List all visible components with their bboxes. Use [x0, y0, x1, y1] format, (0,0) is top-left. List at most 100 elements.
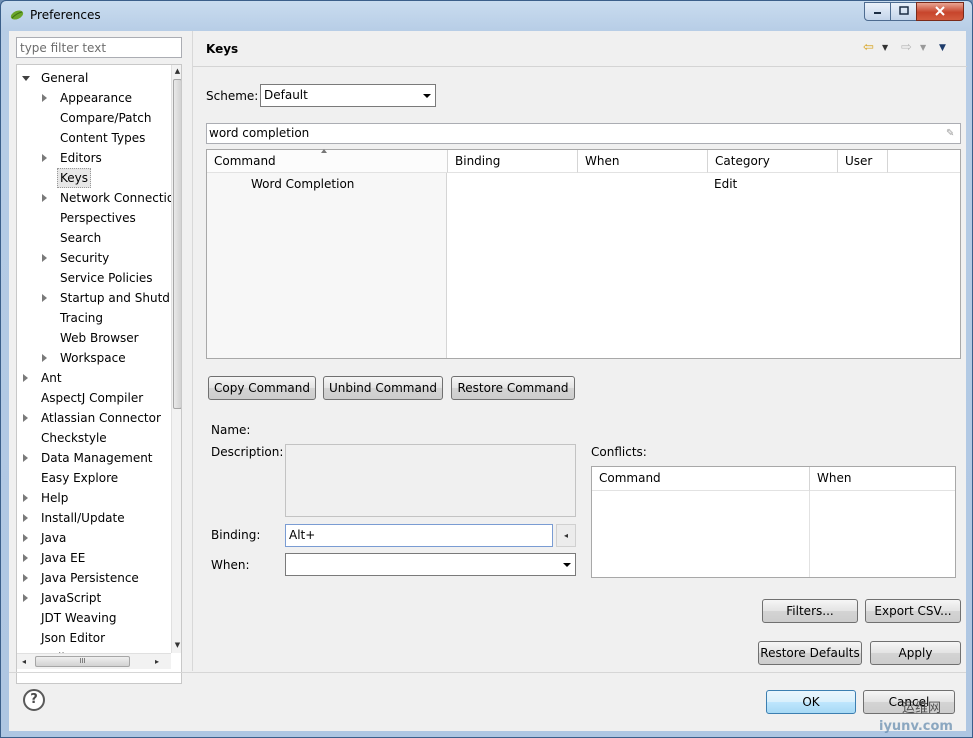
- back-arrow-icon[interactable]: ⇦: [863, 40, 874, 56]
- sidebar-item[interactable]: Java: [17, 528, 171, 548]
- scheme-value: Default: [264, 88, 308, 102]
- tree-vertical-scrollbar[interactable]: ▲ ▼: [171, 65, 181, 653]
- collapsed-twisty-icon[interactable]: [23, 574, 28, 582]
- forward-menu-icon[interactable]: ▼: [920, 40, 926, 56]
- collapsed-twisty-icon[interactable]: [42, 154, 47, 162]
- close-button[interactable]: [916, 2, 964, 21]
- row-category: Edit: [714, 177, 738, 191]
- column-header-user[interactable]: User: [838, 150, 888, 173]
- sidebar-item[interactable]: Workspace: [17, 348, 171, 368]
- restore-command-button[interactable]: Restore Command: [451, 376, 575, 400]
- expanded-twisty-icon[interactable]: [22, 76, 30, 81]
- sidebar-item[interactable]: Perspectives: [17, 208, 171, 228]
- sidebar-item[interactable]: Web Browser: [17, 328, 171, 348]
- clear-search-icon[interactable]: ✎: [946, 128, 956, 139]
- collapsed-twisty-icon[interactable]: [42, 354, 47, 362]
- scroll-left-icon[interactable]: ◂: [19, 656, 29, 667]
- sidebar-item[interactable]: Tracing: [17, 308, 171, 328]
- page-navigation: ⇦ ▼ ⇨ ▼ ▼: [863, 40, 958, 58]
- scheme-select[interactable]: Default: [260, 84, 436, 107]
- scroll-up-icon[interactable]: ▲: [173, 65, 181, 77]
- sidebar-item[interactable]: Help: [17, 488, 171, 508]
- sidebar-item[interactable]: Atlassian Connector: [17, 408, 171, 428]
- sidebar-item-label: Startup and Shutd: [60, 291, 170, 305]
- watermark-url: iyunv.com: [879, 719, 953, 734]
- sidebar-item[interactable]: Easy Explore: [17, 468, 171, 488]
- collapsed-twisty-icon[interactable]: [23, 414, 28, 422]
- column-header-command[interactable]: Command: [207, 149, 448, 173]
- sidebar-item[interactable]: Java Persistence: [17, 568, 171, 588]
- sidebar-item-label: Help: [41, 491, 69, 505]
- conflicts-column-command[interactable]: Command: [592, 467, 810, 491]
- sidebar-item[interactable]: Network Connectio: [17, 188, 171, 208]
- binding-special-keys-button[interactable]: ◂: [556, 524, 576, 547]
- conflicts-column-when[interactable]: When: [810, 467, 955, 491]
- sidebar-item[interactable]: Java EE: [17, 548, 171, 568]
- sidebar-item[interactable]: Data Management: [17, 448, 171, 468]
- binding-label: Binding:: [211, 528, 261, 542]
- apply-button[interactable]: Apply: [870, 641, 961, 665]
- scroll-right-icon[interactable]: ▸: [152, 656, 162, 667]
- collapsed-twisty-icon[interactable]: [23, 494, 28, 502]
- binding-input[interactable]: Alt+: [285, 524, 553, 547]
- when-select[interactable]: [285, 553, 576, 576]
- back-menu-icon[interactable]: ▼: [882, 40, 888, 56]
- name-label: Name:: [211, 423, 251, 437]
- view-menu-icon[interactable]: ▼: [939, 40, 946, 56]
- minimize-button[interactable]: [864, 2, 891, 21]
- maximize-button[interactable]: [890, 2, 917, 21]
- collapsed-twisty-icon[interactable]: [42, 254, 47, 262]
- help-icon[interactable]: ?: [23, 689, 45, 711]
- sidebar-item[interactable]: Compare/Patch: [17, 108, 171, 128]
- sidebar-item[interactable]: Security: [17, 248, 171, 268]
- command-search-input[interactable]: word completion ✎: [206, 123, 961, 144]
- sidebar-item[interactable]: Appearance: [17, 88, 171, 108]
- collapsed-twisty-icon[interactable]: [42, 94, 47, 102]
- tree-vertical-scroll-thumb[interactable]: [173, 79, 181, 409]
- sidebar-item[interactable]: Startup and Shutd: [17, 288, 171, 308]
- forward-arrow-icon[interactable]: ⇨: [901, 40, 912, 56]
- filter-input[interactable]: [16, 37, 182, 58]
- sidebar-item[interactable]: Keys: [17, 168, 171, 188]
- ok-button[interactable]: OK: [766, 690, 856, 714]
- column-header-binding[interactable]: Binding: [448, 150, 578, 173]
- unbind-command-button[interactable]: Unbind Command: [323, 376, 443, 400]
- collapsed-twisty-icon[interactable]: [23, 554, 28, 562]
- collapsed-twisty-icon[interactable]: [23, 594, 28, 602]
- tree-horizontal-scroll-thumb[interactable]: III: [35, 656, 130, 667]
- sidebar-item[interactable]: Json Editor: [17, 628, 171, 648]
- export-csv-button[interactable]: Export CSV...: [865, 599, 961, 623]
- collapsed-twisty-icon[interactable]: [23, 514, 28, 522]
- column-header-when[interactable]: When: [578, 150, 708, 173]
- sidebar-item-label: JavaScript: [41, 591, 102, 605]
- sidebar-item[interactable]: JDT Weaving: [17, 608, 171, 628]
- sidebar-item[interactable]: JavaScript: [17, 588, 171, 608]
- sidebar-item-label: Search: [60, 231, 102, 245]
- column-header-category[interactable]: Category: [708, 150, 838, 173]
- sidebar-item[interactable]: Service Policies: [17, 268, 171, 288]
- filters-button[interactable]: Filters...: [762, 599, 858, 623]
- sidebar-item-label: AspectJ Compiler: [41, 391, 144, 405]
- collapsed-twisty-icon[interactable]: [23, 534, 28, 542]
- collapsed-twisty-icon[interactable]: [42, 194, 47, 202]
- sidebar-item[interactable]: Content Types: [17, 128, 171, 148]
- restore-defaults-button[interactable]: Restore Defaults: [758, 641, 862, 665]
- sidebar-item-label: Java Persistence: [41, 571, 139, 585]
- sidebar-item[interactable]: Ant: [17, 368, 171, 388]
- sidebar-item[interactable]: Search: [17, 228, 171, 248]
- maximize-icon: [898, 6, 909, 15]
- sidebar-item[interactable]: Checkstyle: [17, 428, 171, 448]
- scroll-down-icon[interactable]: ▼: [173, 639, 181, 651]
- collapsed-twisty-icon[interactable]: [23, 374, 28, 382]
- sidebar-item-label: Workspace: [60, 351, 126, 365]
- collapsed-twisty-icon[interactable]: [23, 454, 28, 462]
- title-bar[interactable]: Preferences: [1, 1, 972, 31]
- sidebar-item[interactable]: AspectJ Compiler: [17, 388, 171, 408]
- sidebar-item[interactable]: General: [17, 68, 171, 88]
- description-label: Description:: [211, 445, 284, 459]
- sidebar-item[interactable]: Editors: [17, 148, 171, 168]
- sidebar-item[interactable]: Install/Update: [17, 508, 171, 528]
- copy-command-button[interactable]: Copy Command: [208, 376, 316, 400]
- collapsed-twisty-icon[interactable]: [42, 294, 47, 302]
- tree-horizontal-scrollbar[interactable]: ◂ III ▸: [17, 653, 171, 669]
